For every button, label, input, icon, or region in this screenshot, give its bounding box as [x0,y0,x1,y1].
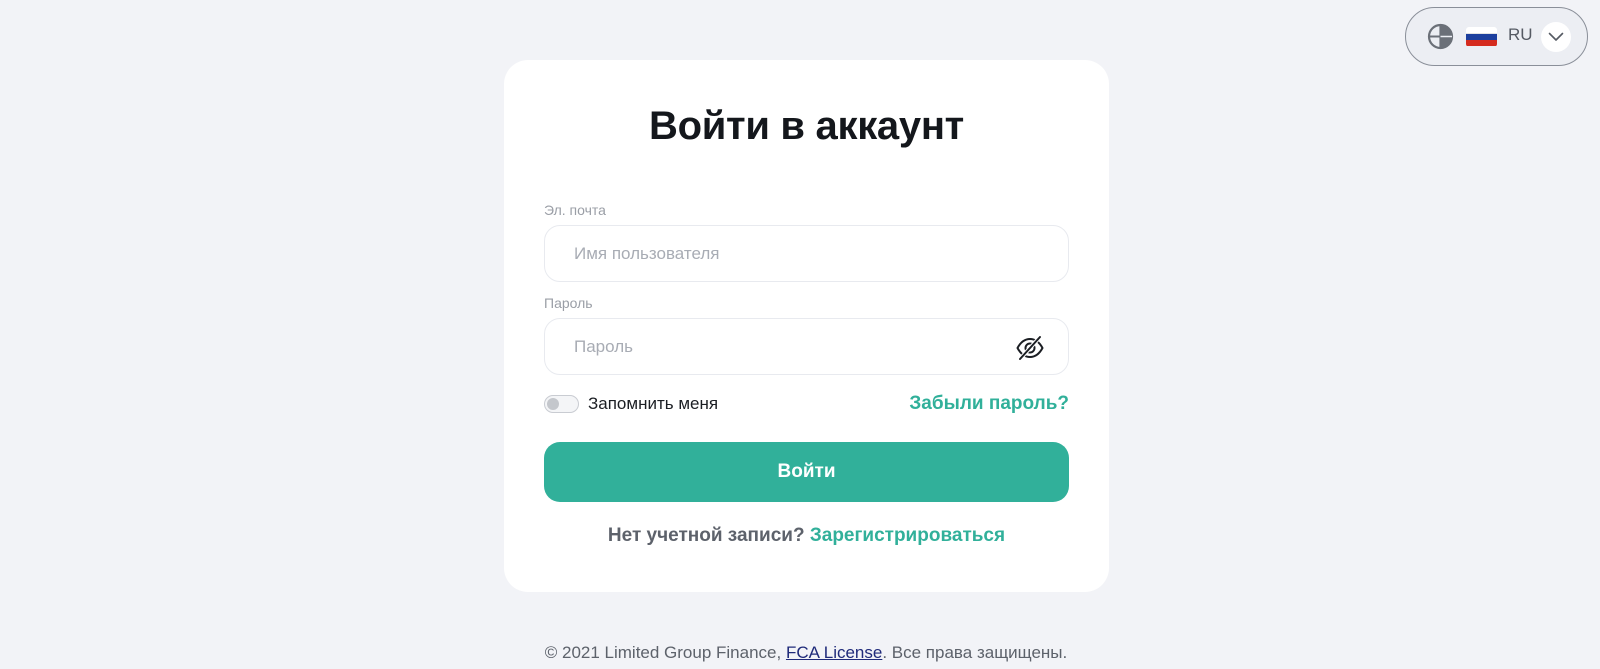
signup-prompt: Нет учетной записи? Зарегистрироваться [504,525,1109,547]
chevron-down-icon[interactable] [1540,21,1571,52]
russia-flag-icon [1466,26,1497,47]
email-field-box [544,225,1069,282]
remember-me-label: Запомнить меня [588,394,719,413]
email-field[interactable] [545,226,1068,281]
remember-me-toggle[interactable]: Запомнить меня [544,394,718,414]
email-label: Эл. почта [544,202,606,218]
copyright-text: © 2021 Limited Group Finance, [544,643,786,662]
remember-switch[interactable] [544,395,579,413]
eye-off-icon[interactable] [1015,333,1045,363]
language-selector[interactable]: RU [1405,7,1588,66]
password-field-box [544,318,1069,375]
fca-license-link[interactable]: FCA License [786,643,882,662]
language-code: RU [1508,24,1533,44]
no-account-text: Нет учетной записи? [607,525,810,546]
forgot-password-link[interactable]: Забыли пароль? [909,393,1069,415]
password-field[interactable] [545,319,1068,374]
login-card: Войти в аккаунт Эл. почта Пароль Запомни… [504,60,1109,592]
password-label: Пароль [544,295,593,311]
switch-knob [547,398,559,410]
register-link[interactable]: Зарегистрироваться [810,525,1005,546]
footer: © 2021 Limited Group Finance, FCA Licens… [0,643,1600,663]
login-button[interactable]: Войти [544,442,1069,502]
globe-icon [1427,23,1454,50]
page-title: Войти в аккаунт [649,104,964,148]
rights-text: . Все права защищены. [882,643,1068,662]
